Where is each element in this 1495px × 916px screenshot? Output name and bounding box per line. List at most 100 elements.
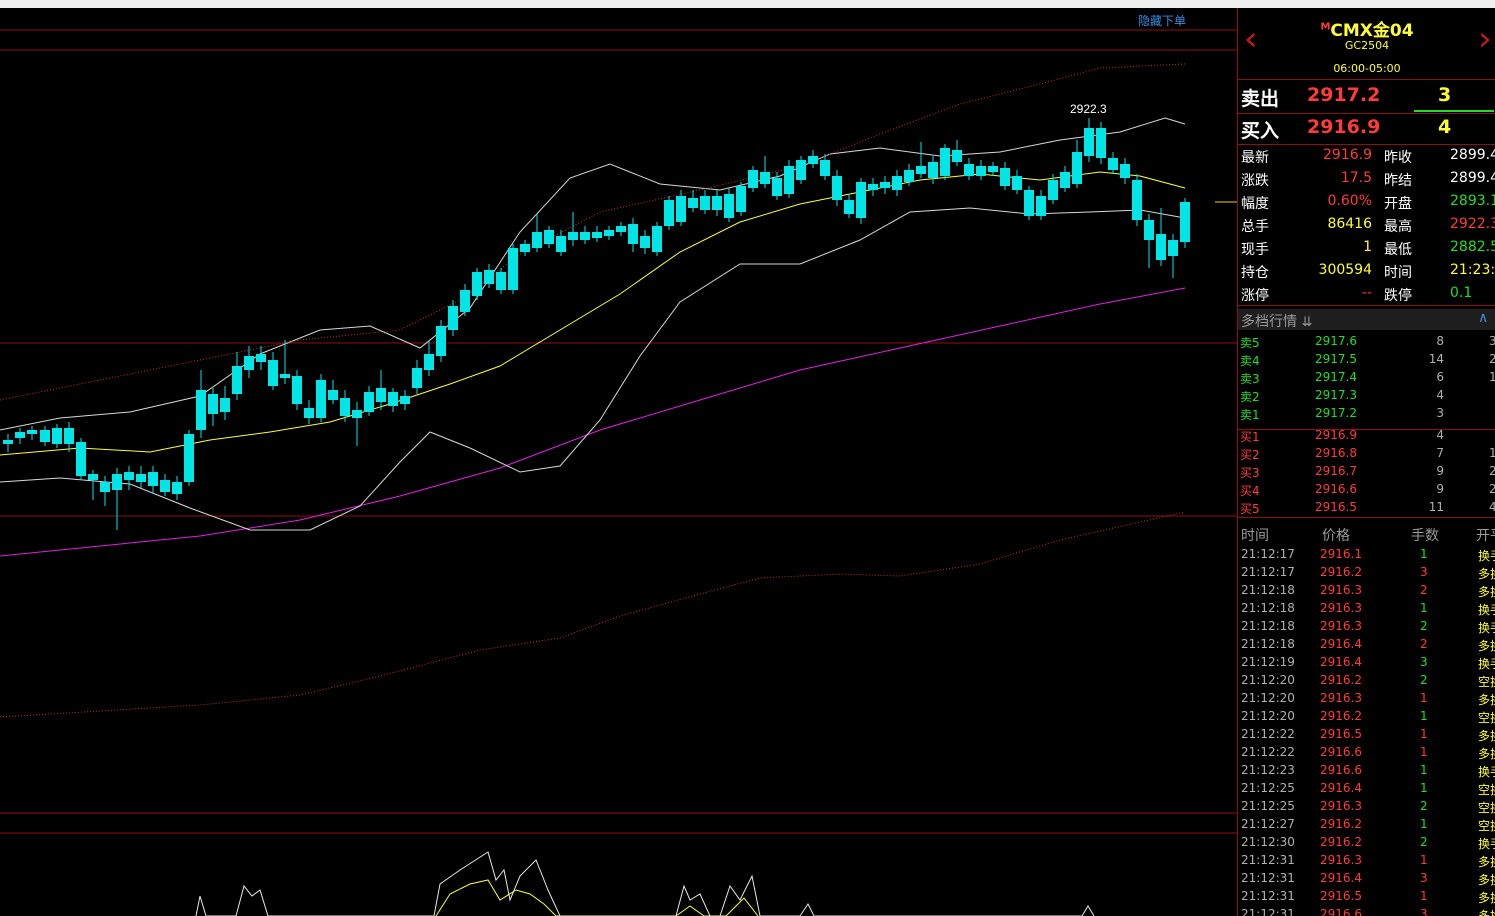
- candle-body-down: [400, 396, 410, 404]
- depth-price[interactable]: 2916.8: [1315, 446, 1357, 460]
- depth-level-label: 卖2: [1240, 390, 1260, 404]
- hide-order-button[interactable]: 隐藏下单: [1138, 12, 1186, 29]
- contract-code: GC2504: [1344, 39, 1390, 52]
- stat-value-2: 2899.4: [1450, 170, 1495, 186]
- tick-lots: 3: [1420, 871, 1428, 885]
- candle-body-down: [88, 474, 98, 480]
- candle-body-down: [940, 148, 950, 176]
- depth-price[interactable]: 2916.9: [1315, 428, 1357, 442]
- candle-body-down: [184, 434, 194, 482]
- candle-body-down: [640, 236, 650, 248]
- tick-type: 多换: [1478, 873, 1495, 887]
- depth-price[interactable]: 2917.2: [1315, 406, 1357, 420]
- stat-value: 86416: [1327, 216, 1372, 232]
- candle-body-down: [1024, 190, 1034, 216]
- tick-lots: 2: [1420, 673, 1428, 687]
- depth-price[interactable]: 2917.3: [1315, 388, 1357, 402]
- candlestick-chart-area[interactable]: 2922.3 隐藏下单: [0, 8, 1237, 916]
- tick-lots: 2: [1420, 637, 1428, 651]
- sell-price[interactable]: 2917.2: [1307, 84, 1380, 106]
- tick-price: 2916.2: [1320, 817, 1362, 831]
- candle-body-down: [1096, 128, 1106, 158]
- depth-level-label: 买4: [1240, 484, 1260, 498]
- depth-price[interactable]: 2916.6: [1315, 482, 1357, 496]
- tick-lots: 1: [1420, 781, 1428, 795]
- tick-price: 2916.5: [1320, 727, 1362, 741]
- stat-value: 0.60%: [1327, 193, 1372, 209]
- candle-body-down: [1072, 152, 1082, 184]
- tick-time: 21:12:23: [1241, 763, 1295, 777]
- double-chevron-down-icon: ⇊: [1301, 315, 1313, 330]
- collapse-depth-button[interactable]: ∧: [1478, 310, 1488, 326]
- stat-label: 现手: [1241, 242, 1269, 258]
- depth-price[interactable]: 2916.7: [1315, 464, 1357, 478]
- stat-label: 涨停: [1241, 288, 1269, 304]
- candle-body-down: [460, 290, 470, 312]
- depth-volume: 9: [1436, 482, 1444, 496]
- tick-lots: 2: [1420, 619, 1428, 633]
- candle-body-down: [784, 166, 794, 194]
- buy-label: 买入: [1241, 120, 1280, 142]
- candle-body-down: [760, 172, 770, 184]
- candle-body-down: [844, 200, 854, 214]
- candle-body-down: [904, 170, 914, 182]
- candle-body-down: [808, 156, 818, 164]
- ticks-header-type: 开平: [1476, 528, 1495, 544]
- candle-body-down: [304, 408, 314, 418]
- stat-label: 总手: [1241, 219, 1269, 235]
- depth-volume: 9: [1436, 464, 1444, 478]
- tick-lots: 1: [1420, 691, 1428, 705]
- depth-price[interactable]: 2917.4: [1315, 370, 1357, 384]
- candle-body-down: [652, 226, 662, 252]
- contract-title: MCMX金04: [1238, 16, 1495, 41]
- depth-price[interactable]: 2917.5: [1315, 352, 1357, 366]
- band-lower-line: [0, 511, 1186, 718]
- stat-label: 涨跌: [1241, 173, 1269, 189]
- candle-body-down: [208, 394, 218, 414]
- tick-price: 2916.6: [1320, 763, 1362, 777]
- buy-volume: 4: [1438, 116, 1452, 138]
- candle-body-down: [664, 200, 674, 226]
- tick-price: 2916.3: [1320, 853, 1362, 867]
- depth-title[interactable]: 多档行情 ⇊: [1241, 311, 1312, 331]
- buy-price[interactable]: 2916.9: [1307, 116, 1380, 138]
- ma-line: [0, 171, 1186, 456]
- tick-price: 2916.6: [1320, 745, 1362, 759]
- ticks-header-lots: 手数: [1411, 528, 1439, 544]
- tick-lots: 2: [1420, 583, 1428, 597]
- candle-body-down: [508, 248, 518, 290]
- candle-body-down: [976, 166, 986, 176]
- candle-body-down: [388, 392, 398, 406]
- candle-body-down: [1084, 128, 1094, 156]
- market-prefix: M: [1320, 21, 1331, 33]
- depth-price[interactable]: 2917.6: [1315, 334, 1357, 348]
- tick-lots: 1: [1420, 727, 1428, 741]
- depth-volume: 8: [1436, 334, 1444, 348]
- indicator-line-2: [435, 879, 759, 916]
- stat-value-2: 0.1: [1450, 285, 1473, 301]
- stat-value-2: 2922.3: [1450, 216, 1495, 232]
- candle-body-down: [364, 392, 374, 412]
- tick-lots: 1: [1420, 601, 1428, 615]
- tick-time: 21:12:18: [1241, 583, 1295, 597]
- depth-volume: 4: [1436, 428, 1444, 442]
- tick-type: 换手: [1478, 603, 1495, 617]
- tick-lots: 3: [1420, 907, 1428, 916]
- stat-label-2: 跌停: [1384, 288, 1412, 304]
- depth-volume: 4: [1436, 388, 1444, 402]
- candle-body-down: [76, 442, 86, 476]
- candle-body-down: [448, 306, 458, 330]
- tick-time: 21:12:18: [1241, 637, 1295, 651]
- depth-extra: 1: [1489, 446, 1495, 460]
- candlestick-chart[interactable]: 2922.3: [0, 8, 1237, 916]
- tick-type: 多换: [1478, 693, 1495, 707]
- candle-body-down: [568, 232, 578, 240]
- depth-price[interactable]: 2916.5: [1315, 500, 1357, 514]
- candle-body-down: [244, 356, 254, 370]
- candle-body-down: [412, 368, 422, 388]
- candle-body-down: [27, 430, 37, 434]
- candle-body-down: [832, 176, 842, 200]
- candle-body-down: [196, 390, 206, 430]
- candle-body-down: [748, 170, 758, 188]
- tick-type: 空换: [1478, 801, 1495, 815]
